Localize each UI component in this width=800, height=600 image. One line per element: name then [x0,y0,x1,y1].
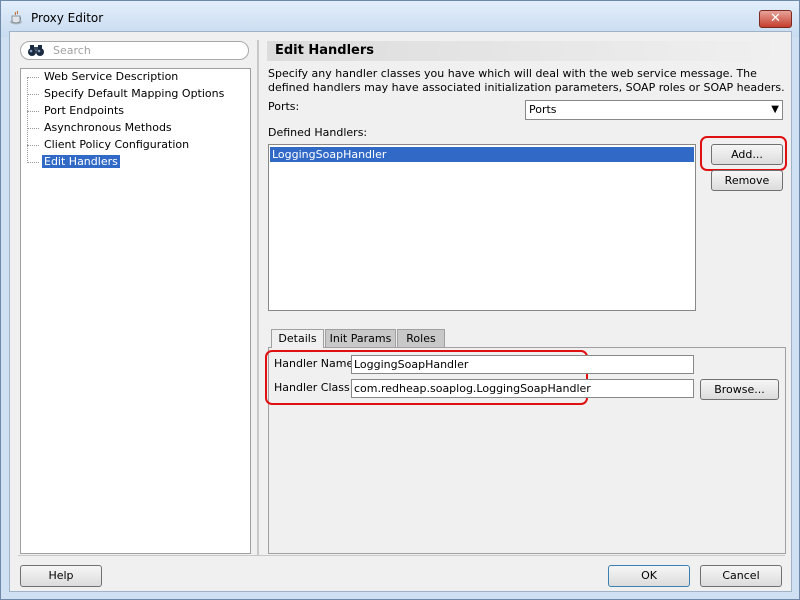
binoculars-icon [28,45,44,56]
navigation-tree: Web Service Description Specify Default … [20,68,251,554]
handler-class-label: Handler Class: [274,381,354,394]
ports-label: Ports: [268,100,300,113]
tree-item-port-endpoints[interactable]: Port Endpoints [27,103,126,119]
handler-name-field[interactable]: LoggingSoapHandler [351,355,694,374]
defined-handlers-label: Defined Handlers: [268,126,368,139]
help-button[interactable]: Help [20,565,102,587]
tab-roles[interactable]: Roles [397,329,445,347]
ports-dropdown-value: Ports [529,103,557,116]
coffee-cup-icon [10,10,22,25]
dialog-client-area: Search Web Service Description Specify D… [9,31,792,592]
tree-item-edit-handlers[interactable]: Edit Handlers [27,154,120,170]
proxy-editor-window: Proxy Editor ✕ Search Web Service Descri… [0,0,800,600]
ok-button[interactable]: OK [608,565,690,587]
add-button[interactable]: Add... [711,144,783,165]
ports-dropdown[interactable]: Ports ▼ [525,100,783,120]
tab-details[interactable]: Details [271,329,324,348]
cancel-button[interactable]: Cancel [700,565,782,587]
tab-init-params[interactable]: Init Params [325,329,396,347]
tree-item-web-service-description[interactable]: Web Service Description [27,69,180,85]
handler-name-label: Handler Name: [274,357,357,370]
tree-item-label: Asynchronous Methods [44,121,172,134]
browse-button[interactable]: Browse... [700,379,779,400]
defined-handlers-list[interactable]: LoggingSoapHandler [268,144,696,311]
tree-item-label: Specify Default Mapping Options [44,87,225,100]
tree-item-client-policy-configuration[interactable]: Client Policy Configuration [27,137,191,153]
dropdown-arrow-icon: ▼ [771,104,779,115]
remove-button[interactable]: Remove [711,170,783,191]
search-field[interactable]: Search [20,41,249,60]
footer-divider [18,555,785,556]
close-icon: ✕ [770,11,781,26]
page-title: Edit Handlers [267,41,786,61]
handler-class-field[interactable]: com.redheap.soaplog.LoggingSoapHandler [351,379,694,398]
page-description: Specify any handler classes you have whi… [268,67,785,94]
panel-splitter[interactable] [257,40,259,555]
tree-item-label: Web Service Description [44,70,179,83]
tree-item-asynchronous-methods[interactable]: Asynchronous Methods [27,120,174,136]
tree-item-label: Edit Handlers [42,155,120,168]
tree-item-specify-default-mapping-options[interactable]: Specify Default Mapping Options [27,86,226,102]
search-placeholder: Search [53,44,91,57]
tree-item-label: Client Policy Configuration [44,138,190,151]
close-button[interactable]: ✕ [759,10,792,28]
tree-item-label: Port Endpoints [44,104,124,117]
list-item[interactable]: LoggingSoapHandler [270,147,694,162]
window-title: Proxy Editor [31,11,104,25]
